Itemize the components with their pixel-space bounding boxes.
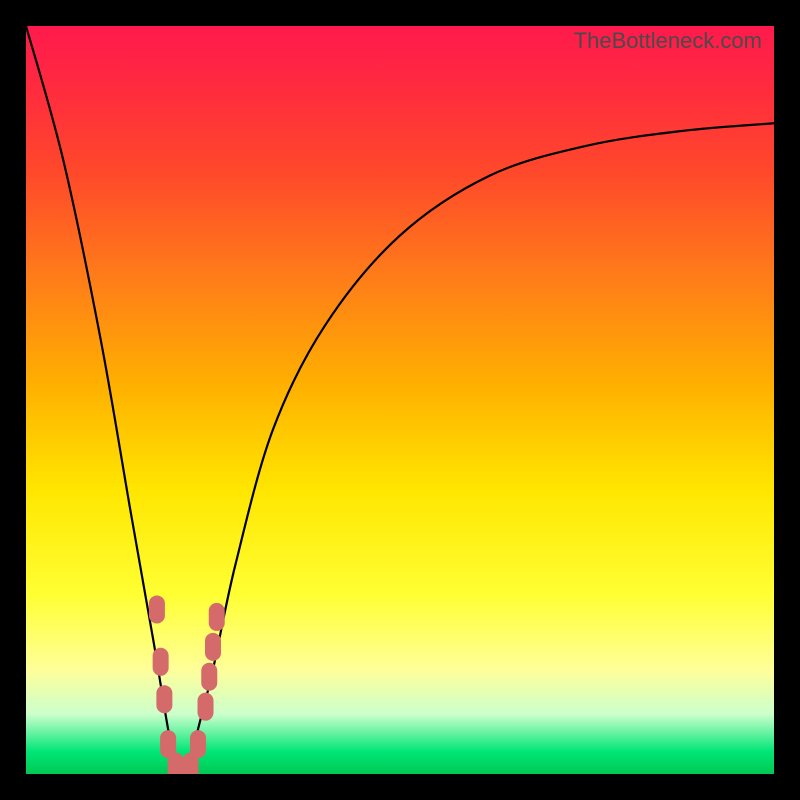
plot-area: TheBottleneck.com	[26, 26, 774, 774]
chart-frame: TheBottleneck.com	[0, 0, 800, 800]
bottleneck-curve	[26, 26, 774, 774]
highlight-marker	[156, 685, 172, 713]
highlight-marker	[205, 633, 221, 661]
highlight-marker	[190, 730, 206, 758]
highlight-marker	[209, 603, 225, 631]
highlight-marker	[149, 595, 165, 623]
highlight-marker	[201, 663, 217, 691]
curve-line	[26, 26, 774, 774]
highlight-marker	[153, 648, 169, 676]
highlight-marker	[198, 693, 214, 721]
